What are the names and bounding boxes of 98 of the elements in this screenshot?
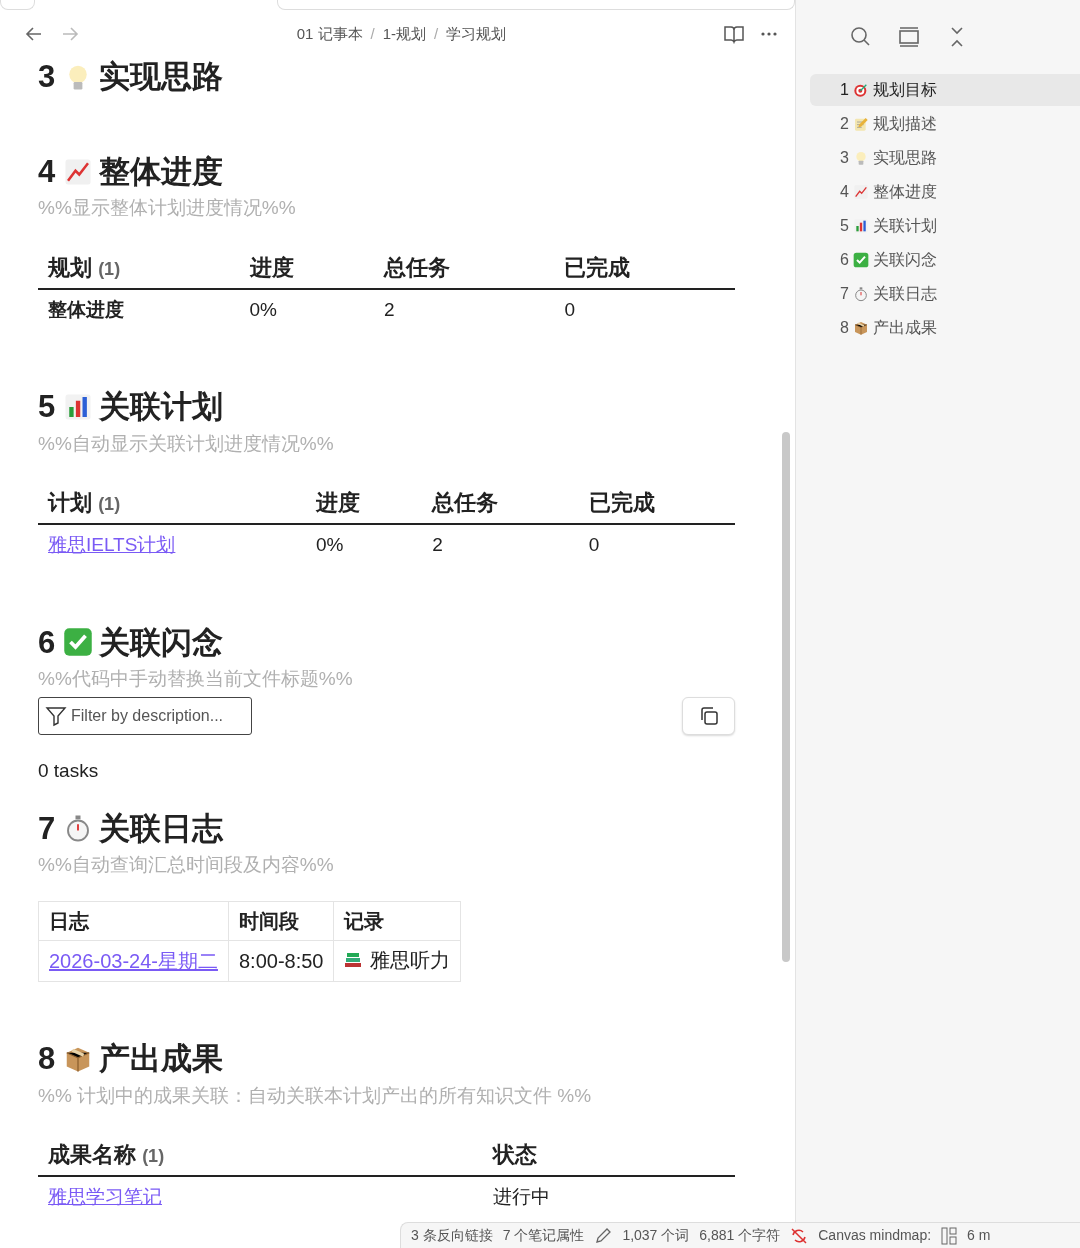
heading-number: 6 (38, 623, 56, 661)
heading-number: 4 (38, 153, 56, 191)
breadcrumb-item[interactable]: 1-规划 (382, 22, 427, 46)
task-count: 0 tasks (38, 759, 100, 784)
row-count: (1) (98, 258, 121, 279)
package-icon (852, 320, 869, 336)
column-header: 进度 (315, 490, 360, 516)
comment-text: %%代码中手动替换当前文件标题%% (38, 666, 354, 691)
column-header: 总任务 (383, 254, 450, 280)
outline-title: 关联日志 (872, 284, 937, 304)
target-icon (852, 82, 869, 98)
outline-number: 6 (840, 250, 849, 270)
outline-item[interactable]: 7 关联日志 (810, 278, 1080, 310)
table-cell: 整体进度 (48, 298, 124, 320)
column-header: 进度 (249, 254, 294, 280)
table-cell: 0% (249, 298, 277, 320)
table-cell: 0% (315, 534, 344, 556)
table-cell: 0 (588, 534, 600, 556)
scrollbar[interactable] (782, 432, 790, 962)
column-header: 已完成 (588, 490, 655, 516)
outline-number: 8 (840, 318, 849, 338)
table-cell-text: 雅思听力 (370, 948, 451, 974)
table-cell: 2 (432, 534, 443, 556)
outline-item[interactable]: 4 整体进度 (810, 176, 1080, 208)
section-heading: 关联闪念 (99, 623, 224, 661)
outline-number: 3 (840, 148, 849, 168)
column-header: 计划 (48, 490, 92, 516)
copy-button[interactable] (682, 697, 735, 736)
section-heading: 整体进度 (99, 153, 224, 191)
outline-title: 关联计划 (872, 216, 937, 236)
outline-number: 1 (840, 80, 849, 100)
column-header: 状态 (493, 1142, 538, 1168)
outline-item[interactable]: 1 规划目标 (810, 74, 1080, 106)
comment-text: %%自动显示关联计划进度情况%% (38, 431, 335, 456)
heading-number: 3 (38, 58, 56, 96)
outline-title: 整体进度 (872, 182, 937, 202)
section-heading: 产出成果 (99, 1040, 224, 1078)
column-header: 日志 (49, 910, 89, 933)
breadcrumb-item[interactable]: 学习规划 (446, 22, 507, 46)
checkbox-icon (852, 252, 869, 268)
chart-up-icon (852, 184, 869, 200)
column-header: 已完成 (564, 254, 631, 280)
layout-icon[interactable] (941, 1226, 958, 1245)
word-count: 1,037 个词 (622, 1226, 690, 1245)
mindmap-label: Canvas mindmap: (818, 1226, 932, 1245)
more-icon (761, 32, 777, 36)
outline-title: 规划目标 (872, 80, 937, 100)
column-header: 总任务 (432, 490, 499, 516)
row-count: (1) (98, 494, 121, 515)
backlinks-count[interactable]: 3 条反向链接 (411, 1225, 493, 1246)
column-header: 时间段 (238, 910, 299, 933)
pencil-icon[interactable] (594, 1226, 613, 1245)
panel-icon (897, 25, 919, 49)
outline-title: 实现思路 (872, 148, 937, 168)
row-count: (1) (142, 1146, 165, 1167)
outline-number: 7 (840, 284, 849, 304)
outline-title: 规划描述 (872, 114, 937, 134)
note-link[interactable]: 雅思学习笔记 (48, 1186, 162, 1208)
heading-number: 8 (38, 1040, 56, 1078)
comment-text: %%显示整体计划进度情况%% (38, 196, 297, 221)
note-link[interactable]: 雅思IELTS计划 (48, 534, 176, 556)
table-cell: 8:00-8:50 (238, 950, 324, 973)
filter-field[interactable]: Filter by description... (38, 697, 252, 736)
table-cell: 0 (564, 298, 575, 320)
properties-count[interactable]: 7 个笔记属性 (502, 1225, 585, 1246)
heading-number: 7 (38, 809, 56, 847)
outline-item[interactable]: 8 产出成果 (810, 312, 1080, 344)
stopwatch-icon (852, 286, 869, 302)
book-icon (723, 24, 745, 44)
comment-text: %%自动查询汇总时间段及内容%% (38, 852, 335, 877)
column-header: 成果名称 (48, 1142, 136, 1168)
outline-item[interactable]: 6 关联闪念 (810, 244, 1080, 276)
status-text: 6 m (967, 1226, 991, 1245)
section-heading: 关联计划 (99, 388, 224, 426)
char-count: 6,881 个字符 (699, 1226, 781, 1245)
outline-item[interactable]: 5 关联计划 (810, 210, 1080, 242)
outline-number: 5 (840, 216, 849, 236)
sync-off-icon[interactable] (790, 1226, 809, 1245)
outline-title: 关联闪念 (872, 250, 937, 270)
outline-number: 2 (840, 114, 849, 134)
heading-number: 5 (38, 388, 56, 426)
table-cell: 2 (383, 298, 395, 320)
table-cell: 进行中 (493, 1186, 551, 1208)
breadcrumb-separator: / (370, 23, 375, 44)
column-header: 规划 (48, 254, 92, 280)
outline-title: 产出成果 (872, 318, 937, 338)
filter-icon (45, 705, 67, 728)
memo-icon (852, 116, 869, 132)
comment-text: %% 计划中的成果关联：自动关联本计划产出的所有知识文件 %% (38, 1083, 593, 1108)
column-header: 记录 (344, 910, 385, 933)
checkbox-icon (63, 627, 94, 658)
outline-item[interactable]: 2 规划描述 (810, 108, 1080, 140)
outline-number: 4 (840, 182, 849, 202)
breadcrumb-separator: / (434, 23, 439, 44)
breadcrumb-item[interactable]: 01 记事本 (296, 22, 363, 46)
outline-item[interactable]: 3 实现思路 (810, 142, 1080, 174)
section-heading: 关联日志 (99, 809, 224, 847)
section-heading: 实现思路 (99, 58, 224, 96)
